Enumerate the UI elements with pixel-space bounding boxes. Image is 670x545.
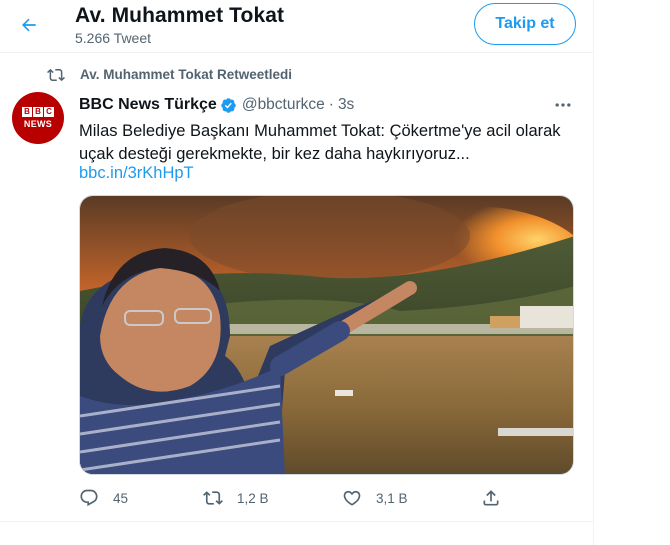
verified-icon [221,97,236,113]
retweet-count: 1,2 B [237,490,269,506]
separator-dot: · [328,96,334,113]
share-icon [483,490,499,506]
more-button[interactable] [548,94,578,116]
retweet-action[interactable]: 1,2 B [203,486,269,510]
tweet-text: Milas Belediye Başkanı Muhammet Tokat: Ç… [79,122,561,163]
back-arrow-icon [22,18,36,32]
share-action[interactable] [481,486,501,510]
like-count: 3,1 B [376,490,408,506]
right-gutter [594,0,670,545]
more-icon [555,103,571,107]
tweet-media-image[interactable] [79,195,574,475]
divider [0,521,594,522]
timeline-column: Av. Muhammet Tokat 5.266 Tweet Takip et … [0,0,594,545]
avatar[interactable]: B B C NEWS [12,92,64,144]
back-button[interactable] [12,8,46,42]
retweeted-by-label[interactable]: Av. Muhammet Tokat Retweetledi [80,67,292,82]
reply-count: 45 [113,490,129,506]
bbc-logo-letter: B [22,107,32,117]
follow-button[interactable]: Takip et [474,3,576,45]
reply-action[interactable]: 45 [79,486,128,510]
tweet-time[interactable]: 3s [338,96,354,114]
like-icon [343,490,361,506]
bbc-logo-letter: C [44,107,54,117]
bbc-logo-letter: B [33,107,43,117]
retweet-icon [203,491,223,505]
tweet-actions: 45 1,2 B 3,1 B [79,486,574,510]
profile-header: Av. Muhammet Tokat 5.266 Tweet Takip et [0,0,594,53]
tweet[interactable]: Av. Muhammet Tokat Retweetledi B B C NEW… [0,54,594,521]
author-line: BBC News Türkçe @bbcturkce · 3s [79,94,354,116]
author-name[interactable]: BBC News Türkçe [79,96,217,114]
wildfire-photo [80,196,573,474]
author-handle[interactable]: @bbcturkce [242,96,325,114]
tweet-count: 5.266 Tweet [75,30,152,46]
profile-name: Av. Muhammet Tokat [75,4,285,27]
tweet-link[interactable]: bbc.in/3rKhHpT [79,162,194,185]
like-action[interactable]: 3,1 B [342,486,408,510]
bbc-logo: B B C [22,107,54,117]
retweet-icon [47,68,65,82]
reply-icon [80,489,98,507]
retweet-indicator [47,66,65,84]
bbc-logo-news: NEWS [23,119,53,129]
